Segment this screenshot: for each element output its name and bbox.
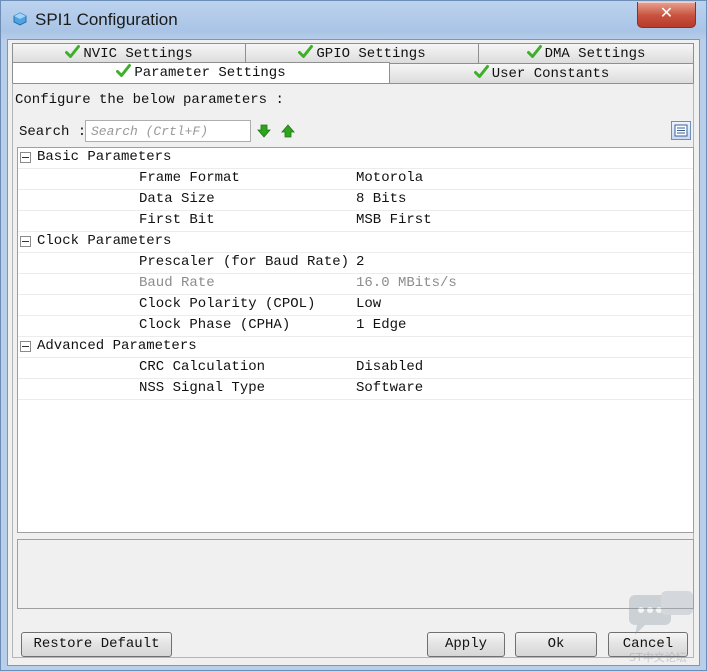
close-icon: ✕ xyxy=(659,5,674,22)
arrow-down-icon[interactable] xyxy=(257,124,271,138)
check-icon xyxy=(298,45,314,58)
close-button[interactable]: ✕ xyxy=(637,2,696,28)
chat-bubble-icon xyxy=(629,591,693,635)
param-name: CRC Calculation xyxy=(139,359,266,375)
param-row-nss-signal-type[interactable]: NSS Signal Type Software xyxy=(18,379,693,400)
group-row-advanced-parameters[interactable]: Advanced Parameters xyxy=(18,337,693,358)
param-value[interactable]: Software xyxy=(356,379,423,398)
param-value[interactable]: Disabled xyxy=(356,358,423,377)
param-name: First Bit xyxy=(139,212,215,228)
param-value[interactable]: MSB First xyxy=(356,211,432,230)
tab-gpio-settings[interactable]: GPIO Settings xyxy=(245,43,479,63)
collapse-icon[interactable] xyxy=(20,152,31,163)
param-name: NSS Signal Type xyxy=(139,380,266,396)
param-row-baud-rate: Baud Rate 16.0 MBits/s xyxy=(18,274,693,295)
param-row-prescaler[interactable]: Prescaler (for Baud Rate) 2 xyxy=(18,253,693,274)
watermark-text: ST中文论坛 xyxy=(629,651,687,664)
param-value[interactable]: 8 Bits xyxy=(356,190,406,209)
param-row-first-bit[interactable]: First Bit MSB First xyxy=(18,211,693,232)
ok-button[interactable]: Ok xyxy=(515,632,597,657)
tab-label: DMA Settings xyxy=(544,46,646,62)
collapse-icon[interactable] xyxy=(20,236,31,247)
parameters-table: Basic Parameters Frame Format Motorola D… xyxy=(17,147,694,533)
tab-user-constants[interactable]: User Constants xyxy=(389,63,694,83)
cube-app-icon xyxy=(13,12,27,26)
configure-instructions: Configure the below parameters : xyxy=(15,92,284,108)
search-input[interactable] xyxy=(85,120,251,142)
group-row-clock-parameters[interactable]: Clock Parameters xyxy=(18,232,693,253)
parameter-settings-panel: Configure the below parameters : Search … xyxy=(12,83,694,658)
param-name: Clock Phase (CPHA) xyxy=(139,317,291,333)
param-name: Clock Polarity (CPOL) xyxy=(139,296,316,312)
check-icon xyxy=(473,65,489,78)
tab-parameter-settings[interactable]: Parameter Settings xyxy=(12,62,390,83)
title-bar[interactable]: SPI1 Configuration ✕ xyxy=(1,1,706,41)
tab-label: User Constants xyxy=(491,66,610,82)
param-row-frame-format[interactable]: Frame Format Motorola xyxy=(18,169,693,190)
param-name: Prescaler (for Baud Rate) xyxy=(139,254,350,270)
list-view-button[interactable] xyxy=(671,121,691,140)
param-name: Baud Rate xyxy=(139,275,215,291)
param-value[interactable]: Motorola xyxy=(356,169,423,188)
param-row-crc-calculation[interactable]: CRC Calculation Disabled xyxy=(18,358,693,379)
dialog-client-area: NVIC Settings GPIO Settings DMA Settings… xyxy=(7,39,700,666)
check-icon xyxy=(526,45,542,58)
group-row-basic-parameters[interactable]: Basic Parameters xyxy=(18,148,693,169)
tab-dma-settings[interactable]: DMA Settings xyxy=(478,43,694,63)
param-value[interactable]: 2 xyxy=(356,253,364,272)
tab-label: GPIO Settings xyxy=(316,46,426,62)
search-label: Search : xyxy=(19,124,87,140)
tab-label: NVIC Settings xyxy=(83,46,193,62)
tab-nvic-settings[interactable]: NVIC Settings xyxy=(12,43,246,63)
param-row-clock-polarity[interactable]: Clock Polarity (CPOL) Low xyxy=(18,295,693,316)
param-row-data-size[interactable]: Data Size 8 Bits xyxy=(18,190,693,211)
arrow-up-icon[interactable] xyxy=(281,124,295,138)
param-value[interactable]: Low xyxy=(356,295,381,314)
spi1-configuration-window: SPI1 Configuration ✕ NVIC Settings GPIO … xyxy=(0,0,707,671)
list-view-icon xyxy=(674,124,688,137)
tab-label: Parameter Settings xyxy=(134,65,286,81)
param-name: Frame Format xyxy=(139,170,240,186)
restore-default-button[interactable]: Restore Default xyxy=(21,632,172,657)
apply-button[interactable]: Apply xyxy=(427,632,505,657)
group-name: Basic Parameters xyxy=(37,149,172,165)
forum-watermark: ST中文论坛 xyxy=(621,587,697,667)
group-name: Advanced Parameters xyxy=(37,338,197,354)
group-name: Clock Parameters xyxy=(37,233,172,249)
param-name: Data Size xyxy=(139,191,215,207)
collapse-icon[interactable] xyxy=(20,341,31,352)
param-row-clock-phase[interactable]: Clock Phase (CPHA) 1 Edge xyxy=(18,316,693,337)
check-icon xyxy=(116,64,132,77)
check-icon xyxy=(65,45,81,58)
param-value: 16.0 MBits/s xyxy=(356,275,457,291)
description-area xyxy=(17,539,694,609)
window-title: SPI1 Configuration xyxy=(35,10,178,29)
param-value[interactable]: 1 Edge xyxy=(356,316,406,335)
